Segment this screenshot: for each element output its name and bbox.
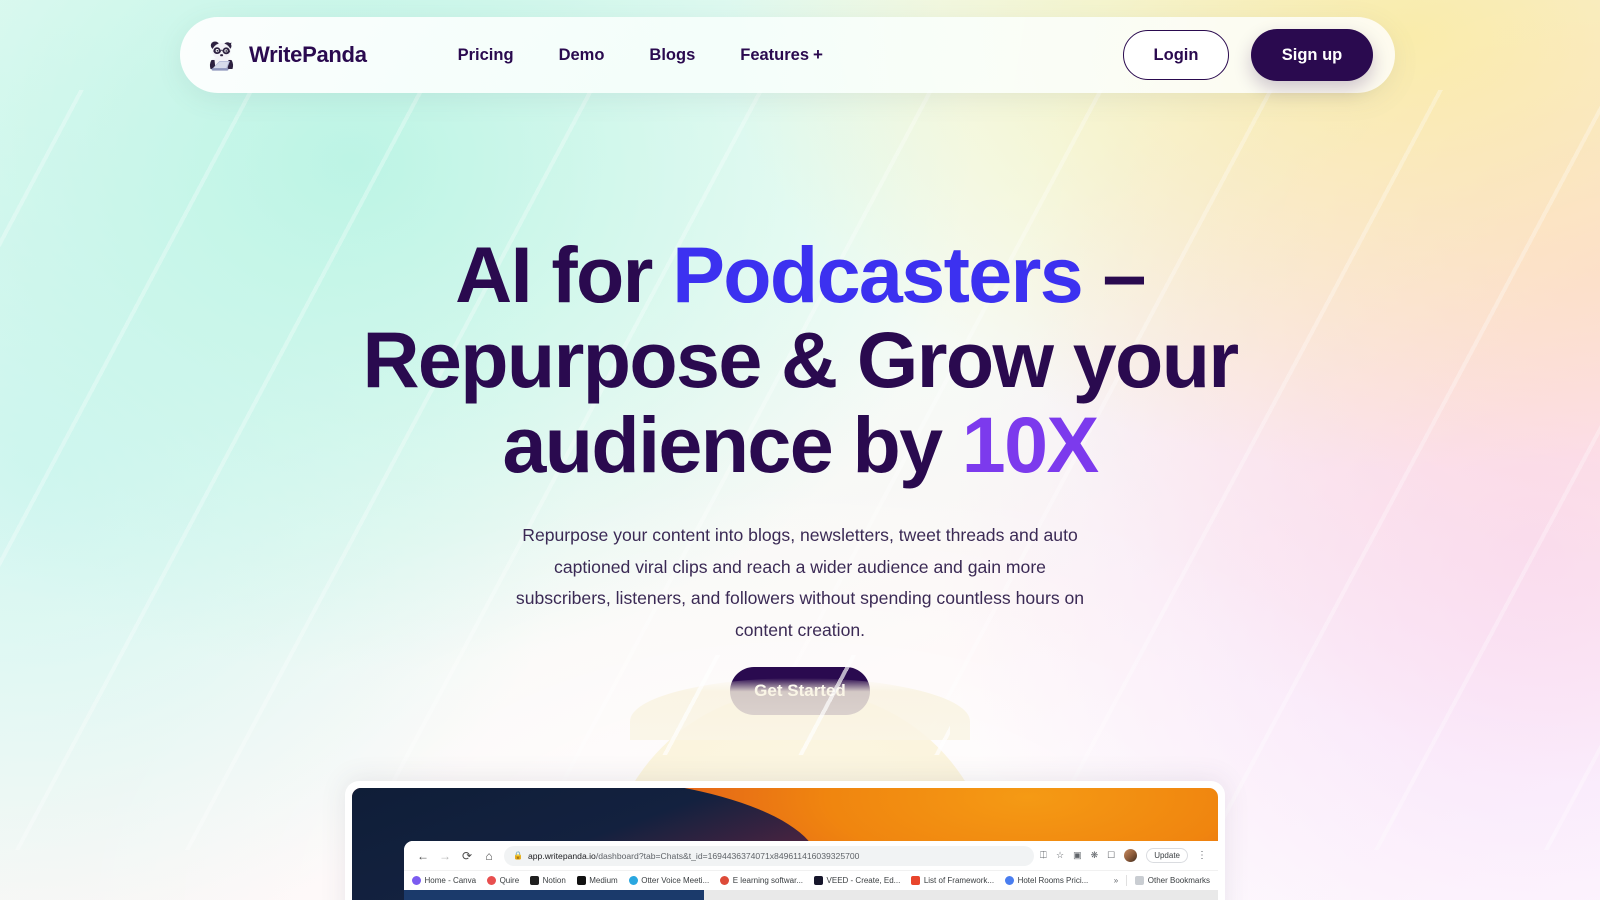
favicon-icon <box>720 876 730 885</box>
signup-button[interactable]: Sign up <box>1251 29 1373 81</box>
headline-line3-part1: audience by <box>502 400 962 489</box>
favicon-icon <box>576 876 586 885</box>
get-started-button[interactable]: Get Started <box>730 667 870 715</box>
headline-line-3: audience by 10X <box>0 402 1600 487</box>
bookmark-notion[interactable]: Notion <box>530 876 566 885</box>
headline-line1-part1: AI for <box>455 230 673 319</box>
headline-highlight-10x: 10X <box>961 400 1099 489</box>
url-domain: app.writepanda.io <box>527 850 596 861</box>
favicon-icon <box>412 876 421 885</box>
puzzle-piece-icon[interactable]: ❋ <box>1091 850 1099 861</box>
bookmark-label: E learning softwar... <box>732 876 804 885</box>
favicon-icon <box>911 876 921 885</box>
share-icon[interactable]: ⎅ <box>1040 850 1047 861</box>
chevron-right-icon[interactable]: » <box>1114 876 1118 885</box>
bookmark-hotel-rooms[interactable]: Hotel Rooms Prici... <box>1005 876 1088 885</box>
star-icon[interactable]: ☆ <box>1056 850 1064 861</box>
favicon-icon <box>530 876 540 885</box>
headline-line-2: Repurpose & Grow your <box>362 315 1239 404</box>
bookmarks-bar-right: » Other Bookmarks <box>1114 875 1210 886</box>
bookmark-label: VEED - Create, Ed... <box>826 876 901 885</box>
bookmark-home-canva[interactable]: Home - Canva <box>412 876 476 885</box>
dashboard-sidebar[interactable] <box>404 890 704 900</box>
home-icon[interactable]: ⌂ <box>478 845 500 867</box>
brand-logo[interactable]: WritePanda <box>204 37 367 73</box>
bookmark-label: Hotel Rooms Prici... <box>1017 876 1089 885</box>
divider <box>1126 875 1128 886</box>
other-bookmarks-label: Other Bookmarks <box>1147 876 1210 885</box>
navbar-actions: Login Sign up <box>1123 29 1373 81</box>
nav-link-pricing[interactable]: Pricing <box>458 46 514 65</box>
favicon-icon <box>814 876 824 885</box>
nav-link-blogs-label: Blogs <box>649 45 696 64</box>
browser-window: ← → ⟳ ⌂ 🔒 app.writepanda.io/dashboard?ta… <box>404 841 1218 900</box>
bookmark-label: Home - Canva <box>424 876 477 885</box>
plus-icon: + <box>813 45 823 64</box>
folder-icon <box>1135 876 1145 885</box>
favicon-icon <box>1005 876 1015 885</box>
bookmark-label: Notion <box>542 876 566 885</box>
kebab-menu-icon[interactable]: ⋮ <box>1197 850 1207 861</box>
address-bar-url: app.writepanda.io/dashboard?tab=Chats&t_… <box>528 851 859 861</box>
side-panel-icon[interactable]: ☐ <box>1107 850 1115 861</box>
bookmark-elearning[interactable]: E learning softwar... <box>720 876 803 885</box>
nav-link-features[interactable]: Features + <box>740 45 823 65</box>
address-bar[interactable]: 🔒 app.writepanda.io/dashboard?tab=Chats&… <box>504 845 1034 866</box>
desktop-wallpaper: ← → ⟳ ⌂ 🔒 app.writepanda.io/dashboard?ta… <box>352 788 1218 900</box>
bookmark-veed[interactable]: VEED - Create, Ed... <box>814 876 900 885</box>
toolbar-actions: ⎅ ☆ ▣ ❋ ☐ Update ⋮ <box>1040 848 1210 863</box>
product-screenshot-frame: ← → ⟳ ⌂ 🔒 app.writepanda.io/dashboard?ta… <box>345 781 1225 900</box>
headline-highlight-podcasters: Podcasters <box>672 230 1084 319</box>
headline-line1-part2: – <box>1082 230 1146 319</box>
other-bookmarks-folder[interactable]: Other Bookmarks <box>1135 876 1210 885</box>
nav-link-pricing-label: Pricing <box>457 45 514 64</box>
url-path: /dashboard?tab=Chats&t_id=1694436374071x… <box>595 850 860 861</box>
bookmark-medium[interactable]: Medium <box>576 876 618 885</box>
favicon-icon <box>487 876 497 885</box>
nav-link-blogs[interactable]: Blogs <box>649 46 695 65</box>
bookmark-label: List of Framework... <box>923 876 995 885</box>
nav-link-features-label: Features <box>740 46 810 64</box>
brand-name: WritePanda <box>249 42 367 67</box>
profile-avatar[interactable] <box>1124 849 1138 862</box>
page-title: AI for Podcasters – Repurpose & Grow you… <box>0 232 1600 487</box>
arrow-right-icon[interactable]: → <box>434 845 456 867</box>
nav-links: Pricing Demo Blogs Features + <box>458 45 823 65</box>
bookmark-otter[interactable]: Otter Voice Meeti... <box>628 876 710 885</box>
lock-icon: 🔒 <box>513 851 523 860</box>
update-button[interactable]: Update <box>1146 848 1188 863</box>
bookmark-quire[interactable]: Quire <box>487 876 519 885</box>
favicon-icon <box>628 876 638 885</box>
arrow-left-icon[interactable]: ← <box>412 845 434 867</box>
hero-section: AI for Podcasters – Repurpose & Grow you… <box>0 232 1600 646</box>
headline-line-1: AI for Podcasters – <box>0 232 1600 317</box>
browser-toolbar: ← → ⟳ ⌂ 🔒 app.writepanda.io/dashboard?ta… <box>404 841 1218 870</box>
dashboard-app-body <box>404 890 1218 900</box>
bookmark-label: Medium <box>589 876 618 885</box>
dashboard-main-panel <box>704 890 1218 900</box>
nav-link-demo[interactable]: Demo <box>559 46 605 65</box>
bookmark-label: Quire <box>499 876 520 885</box>
bookmarks-bar: Home - Canva Quire Notion Medium Otter V… <box>404 870 1218 890</box>
bookmark-label: Otter Voice Meeti... <box>641 876 710 885</box>
navbar-container: WritePanda Pricing Demo Blogs Features + … <box>180 17 1395 93</box>
reload-icon[interactable]: ⟳ <box>456 845 478 867</box>
login-button[interactable]: Login <box>1123 30 1229 80</box>
cta-container: Get Started <box>730 667 870 715</box>
navbar: WritePanda Pricing Demo Blogs Features + … <box>180 17 1395 93</box>
panda-with-laptop-icon <box>204 37 240 73</box>
nav-link-demo-label: Demo <box>558 45 605 64</box>
bookmark-frameworks[interactable]: List of Framework... <box>911 876 994 885</box>
hero-subtitle: Repurpose your content into blogs, newsl… <box>515 525 1085 640</box>
split-screen-icon[interactable]: ▣ <box>1073 850 1082 861</box>
